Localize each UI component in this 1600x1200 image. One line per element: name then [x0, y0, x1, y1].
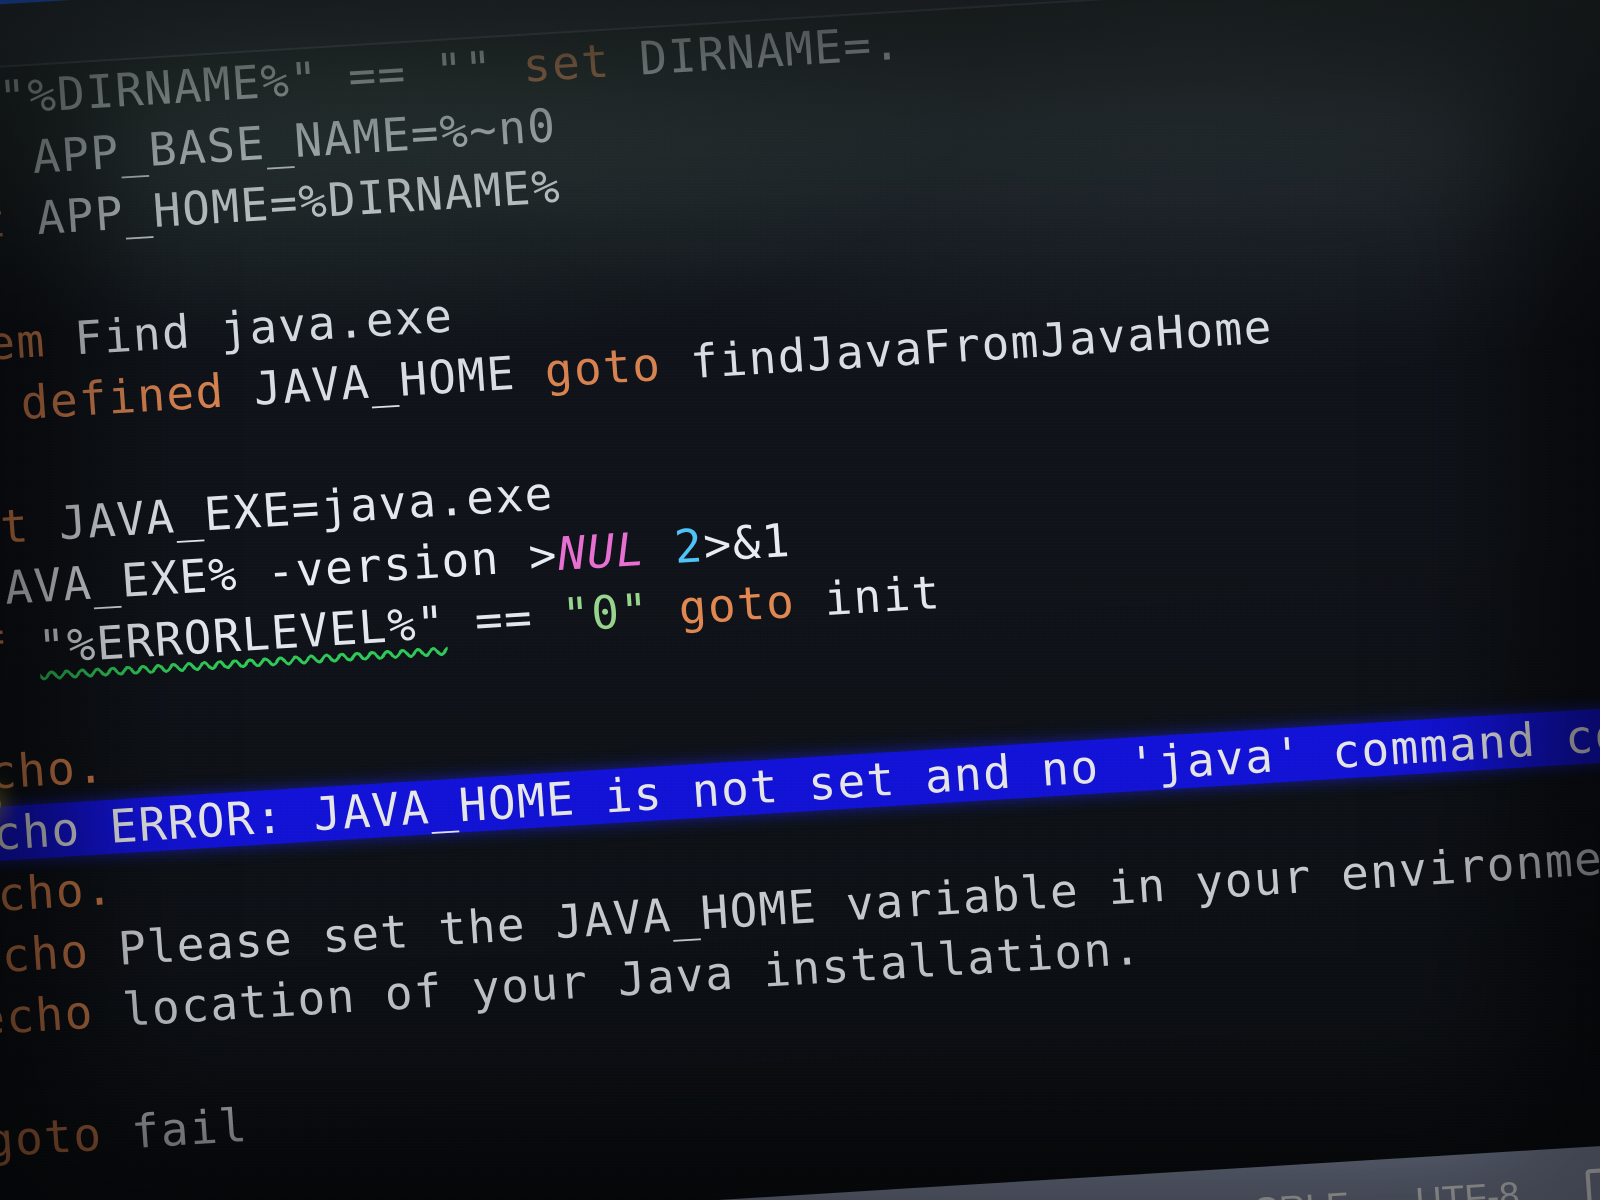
code-token: > [526, 527, 560, 584]
status-eol[interactable]: CRLF [1251, 1184, 1350, 1200]
code-token: @rem [0, 313, 48, 375]
code-token: set [0, 132, 6, 192]
status-selection[interactable]: (84 chars, 1 line break) [809, 1194, 1187, 1200]
photo-of-screen: gradlew.bat × M↓ README.md [0, 0, 1600, 1200]
code-token: echo. [0, 738, 108, 802]
feedback-icon[interactable] [1585, 1166, 1600, 1200]
code-token: set [491, 31, 642, 95]
code-token: init [822, 565, 943, 627]
code-token: set [0, 193, 10, 253]
code-token: == [443, 588, 565, 650]
code-content[interactable]: if "%DIRNAME%" == "" set DIRNAME=.set AP… [0, 0, 1600, 1200]
code-editor[interactable]: if "%DIRNAME%" == "" set DIRNAME=.set AP… [0, 0, 1600, 1200]
code-token: "0" [560, 583, 652, 643]
monitor-screen: gradlew.bat × M↓ README.md [0, 0, 1600, 1200]
code-token: NUL [555, 521, 648, 582]
code-token: goto [0, 1106, 105, 1169]
code-token: 2 [672, 518, 706, 575]
vscode-window: gradlew.bat × M↓ README.md [0, 0, 1600, 1200]
code-token: echo [0, 923, 92, 985]
code-token: goto [542, 335, 693, 399]
code-token: if [0, 622, 12, 680]
code-token: "" [433, 40, 496, 99]
status-encoding[interactable]: UTF-8 [1414, 1174, 1521, 1200]
code-token: set [0, 498, 32, 558]
code-token: echo. [0, 861, 116, 924]
code-token: == [317, 44, 438, 106]
code-token: fail [129, 1098, 250, 1160]
code-token: >&1 [701, 513, 793, 573]
code-token: goto [647, 572, 827, 637]
code-token: echo [0, 984, 96, 1046]
